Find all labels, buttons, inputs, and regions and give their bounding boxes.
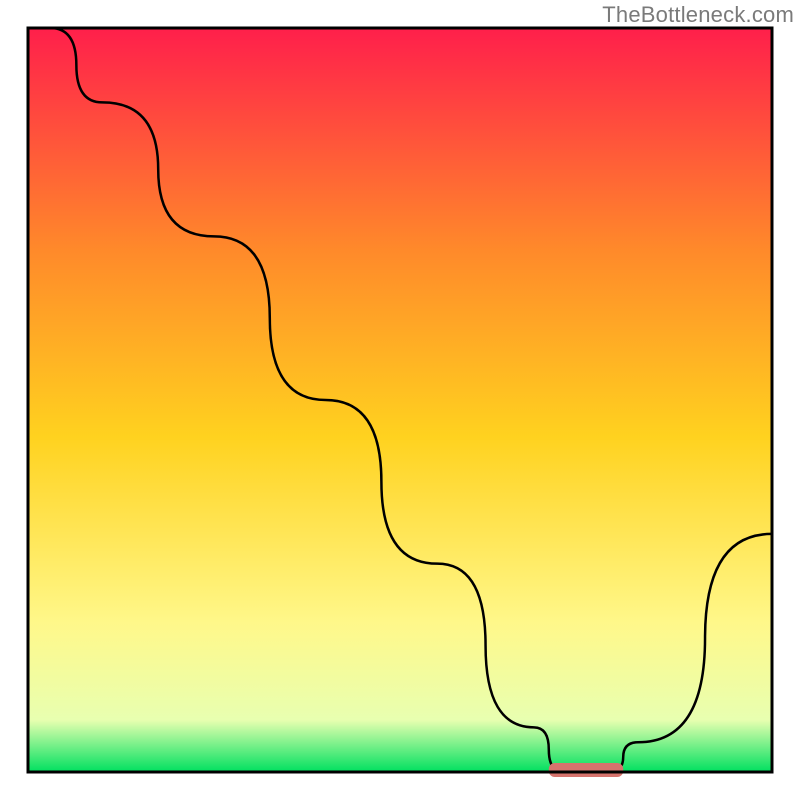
gradient-background [28,28,772,772]
optimal-marker [549,763,623,777]
watermark-text: TheBottleneck.com [602,2,794,28]
bottleneck-chart [0,0,800,800]
chart-container: TheBottleneck.com [0,0,800,800]
